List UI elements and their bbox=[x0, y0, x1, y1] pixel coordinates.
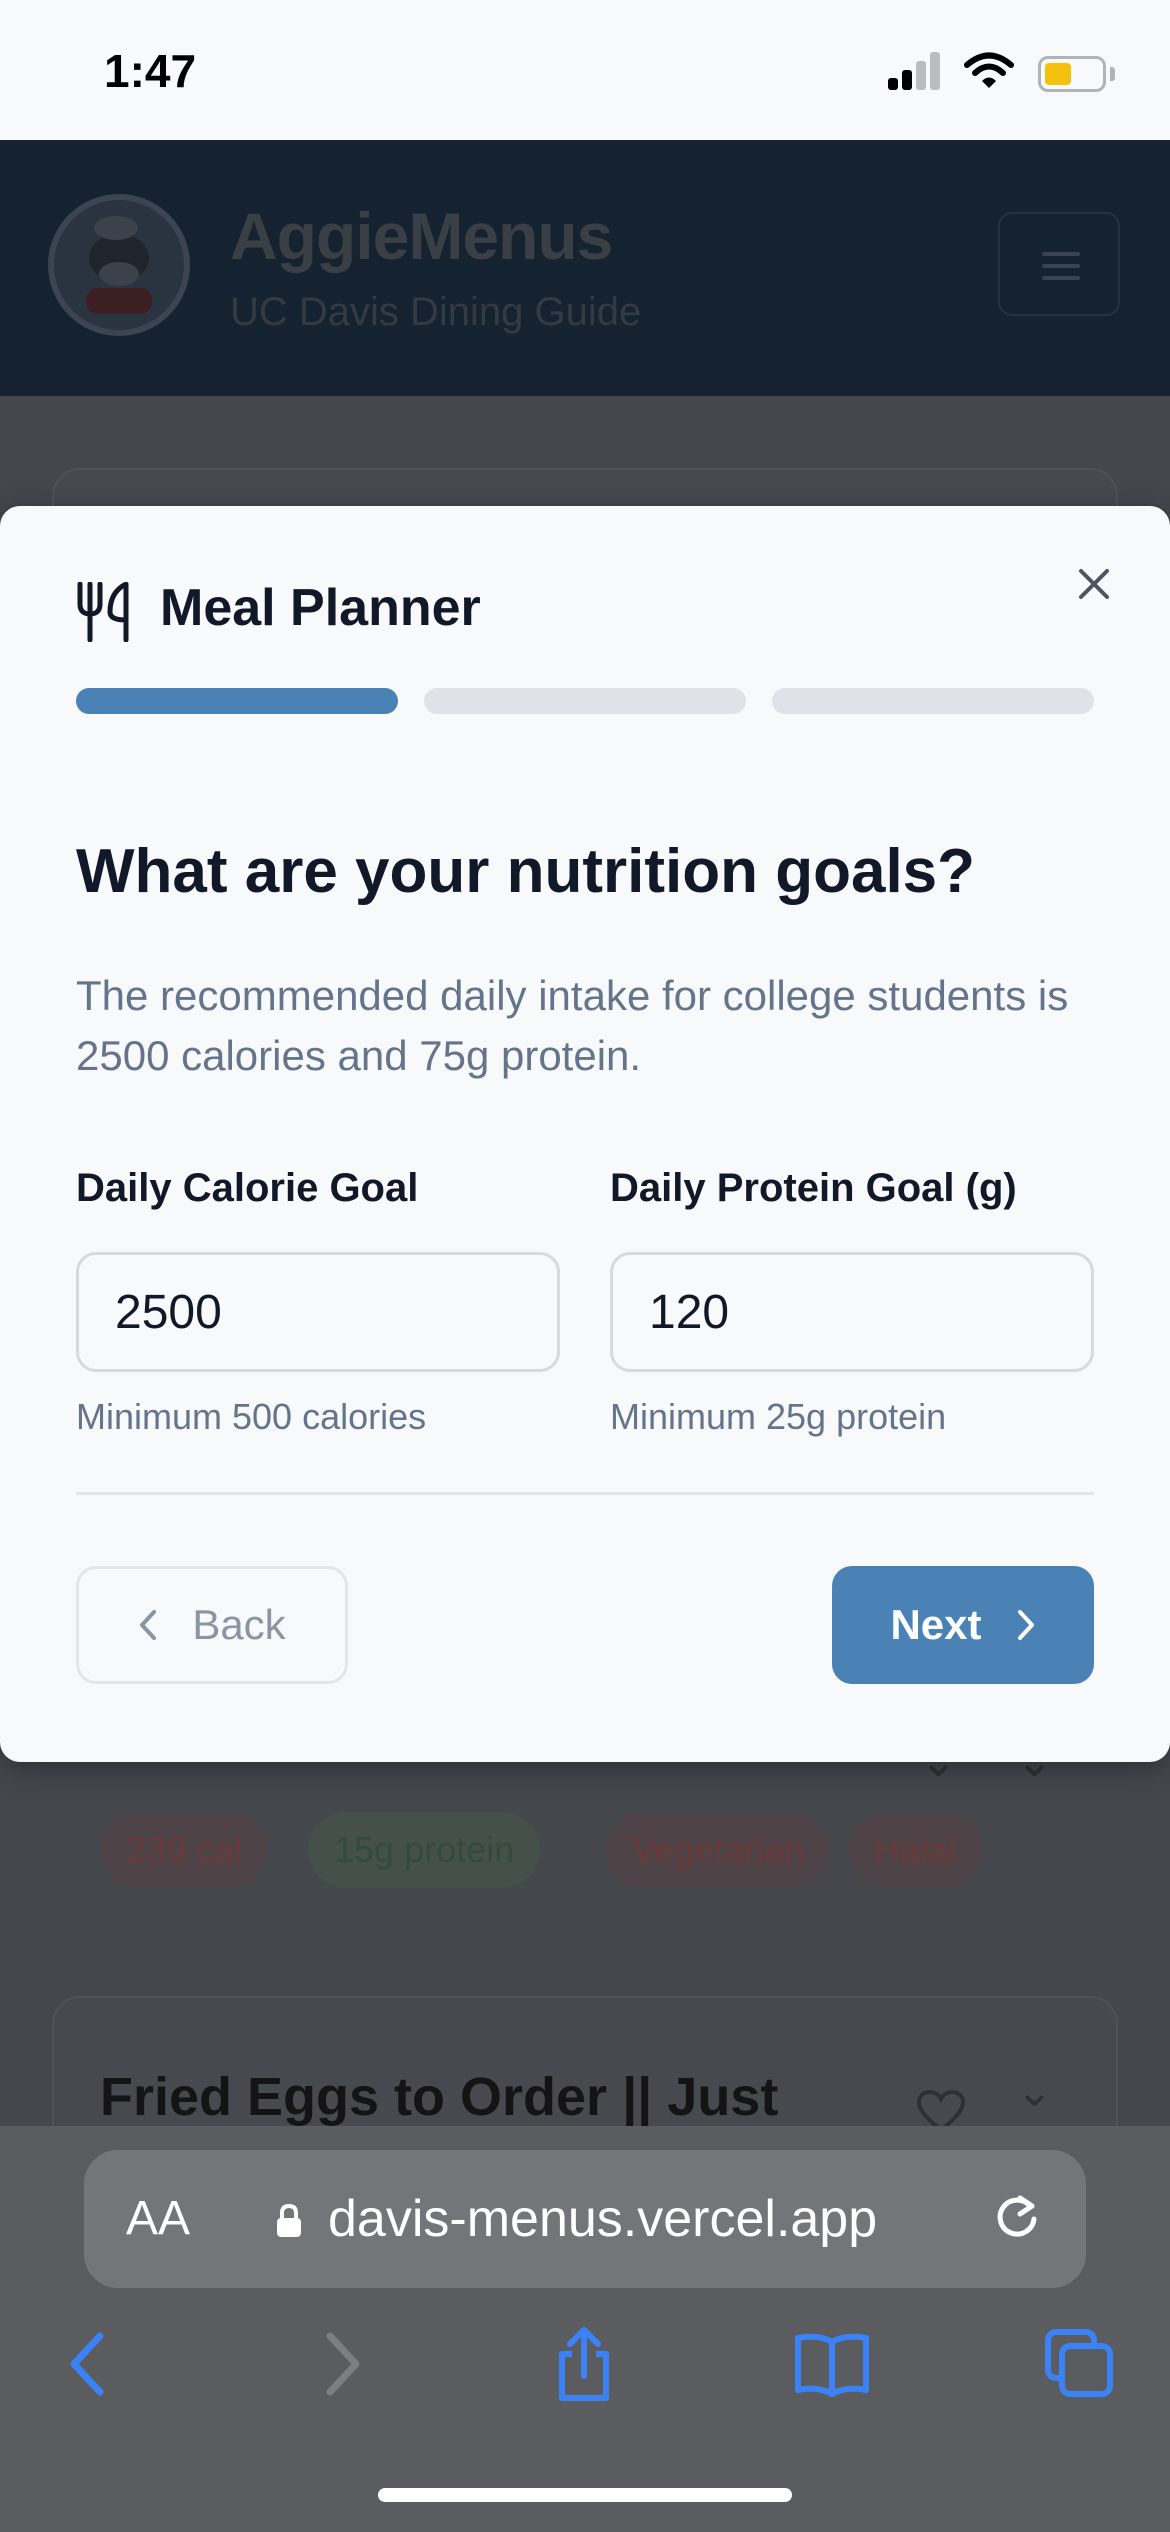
protein-tag: 15g protein bbox=[308, 1812, 541, 1888]
question-heading: What are your nutrition goals? bbox=[76, 837, 976, 906]
next-button[interactable]: Next bbox=[832, 1566, 1094, 1684]
tabs-icon[interactable] bbox=[1040, 2324, 1120, 2404]
description-text: The recommended daily intake for college… bbox=[76, 972, 1069, 1079]
calorie-tag: 239 cal bbox=[100, 1812, 269, 1888]
lock-icon bbox=[277, 2204, 301, 2237]
home-indicator bbox=[378, 2488, 792, 2502]
logo bbox=[48, 194, 190, 336]
close-button[interactable] bbox=[1066, 556, 1122, 612]
progress-step-1 bbox=[76, 688, 398, 714]
cellular-signal-icon bbox=[888, 50, 940, 90]
brand-subtitle: UC Davis Dining Guide bbox=[230, 290, 642, 334]
status-icons bbox=[888, 50, 1118, 94]
progress-step-2 bbox=[424, 688, 746, 714]
close-icon bbox=[1079, 569, 1109, 599]
divider bbox=[76, 1492, 1094, 1495]
status-time: 1:47 bbox=[104, 45, 197, 97]
back-icon[interactable] bbox=[48, 2324, 128, 2404]
battery-icon bbox=[1038, 56, 1106, 92]
chevron-left-icon bbox=[140, 1610, 157, 1640]
text-size-label: AA bbox=[126, 2192, 191, 2245]
share-icon[interactable] bbox=[544, 2324, 624, 2404]
protein-goal-input[interactable] bbox=[610, 1252, 1094, 1372]
next-button-label: Next bbox=[890, 1601, 982, 1648]
halal-tag: Halal bbox=[848, 1812, 983, 1888]
vegetarian-tag: Vegetarian bbox=[606, 1812, 831, 1888]
calorie-goal-hint: Minimum 500 calories bbox=[76, 1396, 427, 1437]
back-button[interactable]: Back bbox=[76, 1566, 348, 1684]
url-text: davis-menus.vercel.app bbox=[328, 2190, 878, 2248]
calorie-goal-label: Daily Calorie Goal bbox=[76, 1166, 419, 1210]
site-header: AggieMenus UC Davis Dining Guide bbox=[0, 140, 1170, 396]
progress-bar bbox=[76, 688, 1094, 714]
status-bar: 1:47 bbox=[0, 0, 1170, 140]
chevron-right-icon bbox=[1017, 1610, 1034, 1640]
forward-icon[interactable] bbox=[302, 2324, 382, 2404]
protein-goal-hint: Minimum 25g protein bbox=[610, 1396, 947, 1437]
address-bar[interactable]: AA davis-menus.vercel.app bbox=[84, 2150, 1086, 2288]
brand-title: AggieMenus bbox=[230, 199, 613, 273]
utensils-icon bbox=[77, 582, 129, 642]
hamburger-menu-button[interactable] bbox=[998, 212, 1120, 316]
back-button-label: Back bbox=[192, 1601, 286, 1648]
calorie-goal-input[interactable] bbox=[76, 1252, 560, 1372]
protein-goal-label: Daily Protein Goal (g) bbox=[610, 1166, 1017, 1210]
chevron-down-icon: ⌄ bbox=[1016, 2067, 1053, 2116]
reload-icon[interactable] bbox=[990, 2192, 1044, 2246]
progress-step-3 bbox=[772, 688, 1094, 714]
bookmarks-icon[interactable] bbox=[792, 2324, 872, 2404]
wifi-icon bbox=[964, 52, 1014, 88]
meal-planner-modal: Meal Planner What are your nutrition goa… bbox=[0, 506, 1170, 1762]
browser-toolbar: AA davis-menus.vercel.app bbox=[0, 2126, 1170, 2532]
modal-title: Meal Planner bbox=[160, 579, 481, 637]
text-size-button[interactable]: AA bbox=[126, 2150, 190, 2288]
food-title: Fried Eggs to Order || Just bbox=[100, 2067, 779, 2127]
